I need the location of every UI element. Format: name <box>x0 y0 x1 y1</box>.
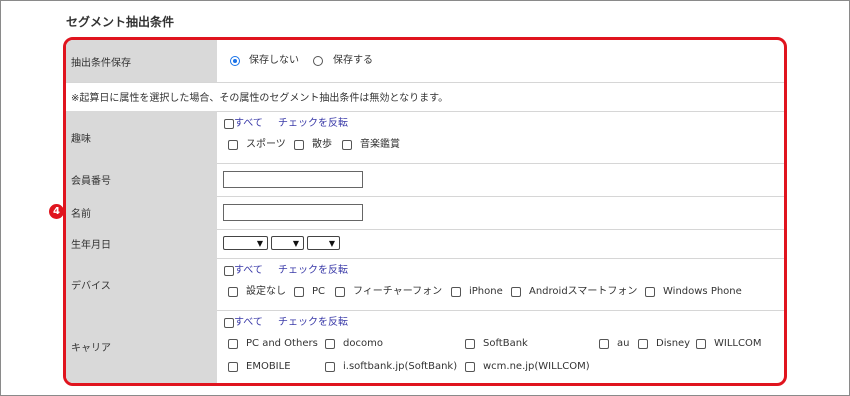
birth-year-select[interactable]: ▼ <box>223 236 268 250</box>
member-no-label: 会員番号 <box>66 163 217 196</box>
section-title: セグメント抽出条件 <box>66 15 175 29</box>
hobby-select-all-checkbox[interactable] <box>224 119 234 129</box>
birth-row: 生年月日 ▼ ▼ ▼ <box>66 229 784 259</box>
chevron-down-icon: ▼ <box>292 239 299 248</box>
birth-month-select[interactable]: ▼ <box>271 236 304 250</box>
device-none-checkbox[interactable] <box>228 287 238 297</box>
carrier-docomo-label: docomo <box>343 338 383 349</box>
device-iphone-checkbox[interactable] <box>451 287 461 297</box>
device-pc-checkbox[interactable] <box>294 287 304 297</box>
device-pc-label: PC <box>312 286 326 297</box>
hobby-select-all-link[interactable]: すべて <box>234 118 263 130</box>
carrier-wcm-label: wcm.ne.jp(WILLCOM) <box>483 361 590 372</box>
carrier-isoftbank-checkbox[interactable] <box>325 362 335 372</box>
carrier-willcom-label: WILLCOM <box>714 338 762 349</box>
carrier-disney-label: Disney <box>656 338 691 349</box>
device-android-label: Androidスマートフォン <box>529 286 638 297</box>
device-row: デバイス すべて チェックを反転 設定なし PC フィーチャーフォン iPhon… <box>66 258 784 311</box>
device-feature-phone-checkbox[interactable] <box>335 287 345 297</box>
name-input[interactable] <box>223 204 363 221</box>
step-badge: 4 <box>49 204 64 219</box>
carrier-invert-link[interactable]: チェックを反転 <box>278 317 348 329</box>
carrier-au-label: au <box>617 338 630 349</box>
carrier-au-checkbox[interactable] <box>599 339 609 349</box>
save-on-radio[interactable] <box>313 56 323 66</box>
carrier-select-all-checkbox[interactable] <box>224 318 234 328</box>
birth-label: 生年月日 <box>66 229 217 258</box>
save-condition-label: 抽出条件保存 <box>66 40 217 82</box>
device-select-all-checkbox[interactable] <box>224 266 234 276</box>
device-android-checkbox[interactable] <box>511 287 521 297</box>
note-row: ※起算日に属性を選択した場合、その属性のセグメント抽出条件は無効となります。 <box>66 82 784 112</box>
note-text: ※起算日に属性を選択した場合、その属性のセグメント抽出条件は無効となります。 <box>71 93 449 104</box>
hobby-sports-label: スポーツ <box>246 139 286 150</box>
carrier-softbank-label: SoftBank <box>483 338 528 349</box>
birth-day-select[interactable]: ▼ <box>307 236 340 250</box>
device-label: デバイス <box>66 258 217 310</box>
device-windows-phone-checkbox[interactable] <box>645 287 655 297</box>
carrier-disney-checkbox[interactable] <box>638 339 648 349</box>
highlight-box: 抽出条件保存 保存しない 保存する ※起算日に属性を選択した場合、その属性のセグ… <box>63 37 787 386</box>
save-off-radio[interactable] <box>230 56 240 66</box>
chevron-down-icon: ▼ <box>256 239 263 248</box>
hobby-music-checkbox[interactable] <box>342 140 352 150</box>
hobby-row: 趣味 すべて チェックを反転 スポーツ 散歩 音楽鑑賞 <box>66 111 784 164</box>
member-no-row: 会員番号 <box>66 163 784 197</box>
conditions-table: 抽出条件保存 保存しない 保存する ※起算日に属性を選択した場合、その属性のセグ… <box>66 40 784 383</box>
hobby-music-label: 音楽鑑賞 <box>360 139 400 150</box>
hobby-sports-checkbox[interactable] <box>228 140 238 150</box>
carrier-willcom-checkbox[interactable] <box>696 339 706 349</box>
save-on-label: 保存する <box>333 55 373 66</box>
save-off-label: 保存しない <box>249 55 299 66</box>
save-condition-row: 抽出条件保存 保存しない 保存する <box>66 40 784 83</box>
hobby-invert-link[interactable]: チェックを反転 <box>278 118 348 130</box>
device-invert-link[interactable]: チェックを反転 <box>278 265 348 277</box>
carrier-pc-others-label: PC and Others <box>246 338 318 349</box>
device-windows-phone-label: Windows Phone <box>663 286 742 297</box>
carrier-docomo-checkbox[interactable] <box>325 339 335 349</box>
carrier-emobile-checkbox[interactable] <box>228 362 238 372</box>
carrier-row: キャリア すべて チェックを反転 PC and Others docomo So… <box>66 310 784 383</box>
name-row: 名前 <box>66 196 784 230</box>
device-select-all-link[interactable]: すべて <box>234 265 263 277</box>
hobby-walk-checkbox[interactable] <box>294 140 304 150</box>
member-no-input[interactable] <box>223 171 363 188</box>
carrier-label: キャリア <box>66 310 217 383</box>
carrier-softbank-checkbox[interactable] <box>465 339 475 349</box>
carrier-pc-others-checkbox[interactable] <box>228 339 238 349</box>
device-feature-phone-label: フィーチャーフォン <box>353 286 443 297</box>
hobby-walk-label: 散歩 <box>312 139 332 150</box>
carrier-isoftbank-label: i.softbank.jp(SoftBank) <box>343 361 458 372</box>
chevron-down-icon: ▼ <box>328 239 335 248</box>
carrier-emobile-label: EMOBILE <box>246 361 291 372</box>
name-label: 名前 <box>66 196 217 229</box>
device-iphone-label: iPhone <box>469 286 503 297</box>
device-none-label: 設定なし <box>246 286 286 297</box>
carrier-wcm-checkbox[interactable] <box>465 362 475 372</box>
carrier-select-all-link[interactable]: すべて <box>234 317 263 329</box>
hobby-label: 趣味 <box>66 111 217 163</box>
